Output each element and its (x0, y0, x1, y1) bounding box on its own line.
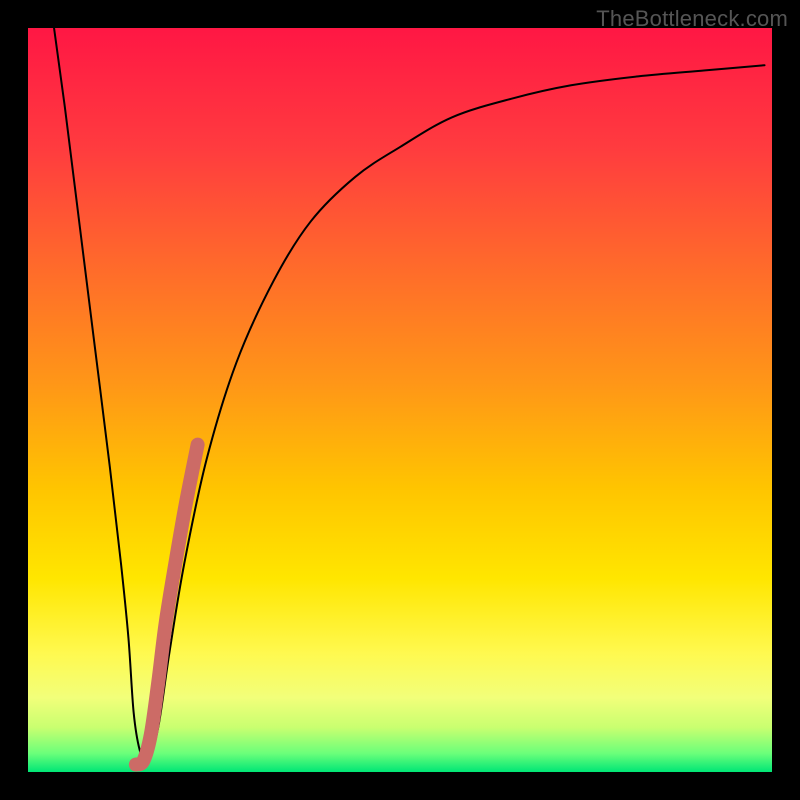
chart-svg (28, 28, 772, 772)
watermark-text: TheBottleneck.com (596, 6, 788, 32)
plot-area (28, 28, 772, 772)
chart-frame: TheBottleneck.com (0, 0, 800, 800)
background-gradient (28, 28, 772, 772)
